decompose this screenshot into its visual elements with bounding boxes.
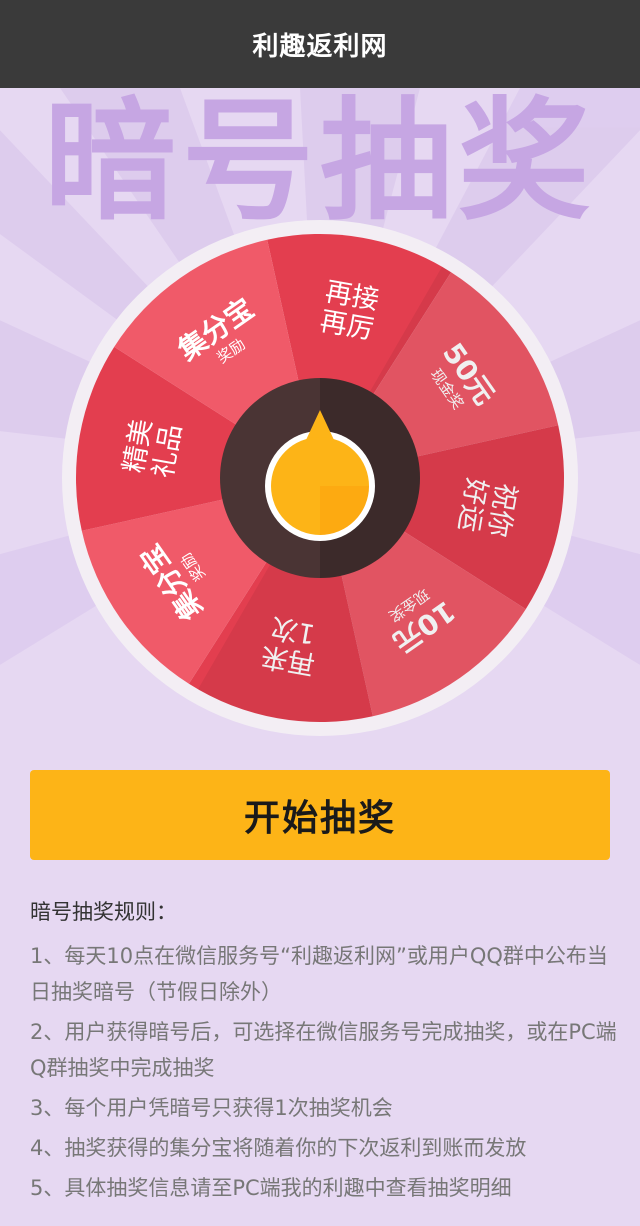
- header-title: 利趣返利网: [252, 31, 388, 62]
- banner-title: 暗号抽奖: [44, 85, 596, 239]
- segment-label: 再接再厉: [318, 276, 382, 345]
- rules-section: 暗号抽奖规则： 1、每天10点在微信服务号“利趣返利网”或用户QQ群中公布当日抽…: [30, 896, 620, 1210]
- wheel-graphic: 再接再厉50元现金奖祝你好运10元现金奖再来1次集分宝奖励精美礼品集分宝奖励: [62, 220, 578, 736]
- rule-item: 3、每个用户凭暗号只获得1次抽奖机会: [30, 1096, 393, 1120]
- prize-wheel: 再接再厉50元现金奖祝你好运10元现金奖再来1次集分宝奖励精美礼品集分宝奖励: [60, 218, 580, 738]
- rule-item: 2、用户获得暗号后，可选择在微信服务号完成抽奖，或在PC端Q群抽奖中完成抽奖: [30, 1020, 617, 1080]
- rule-item: 5、具体抽奖信息请至PC端我的利趣中查看抽奖明细: [30, 1176, 512, 1200]
- app-header: 利趣返利网: [0, 0, 640, 88]
- rule-item: 4、抽奖获得的集分宝将随着你的下次返利到账而发放: [30, 1136, 527, 1160]
- segment-label: 精美礼品: [118, 417, 187, 481]
- rule-item: 1、每天10点在微信服务号“利趣返利网”或用户QQ群中公布当日抽奖暗号（节假日除…: [30, 944, 608, 1004]
- start-draw-button[interactable]: 开始抽奖: [30, 770, 610, 860]
- rules-title: 暗号抽奖规则：: [30, 900, 177, 924]
- start-draw-label: 开始抽奖: [243, 798, 396, 839]
